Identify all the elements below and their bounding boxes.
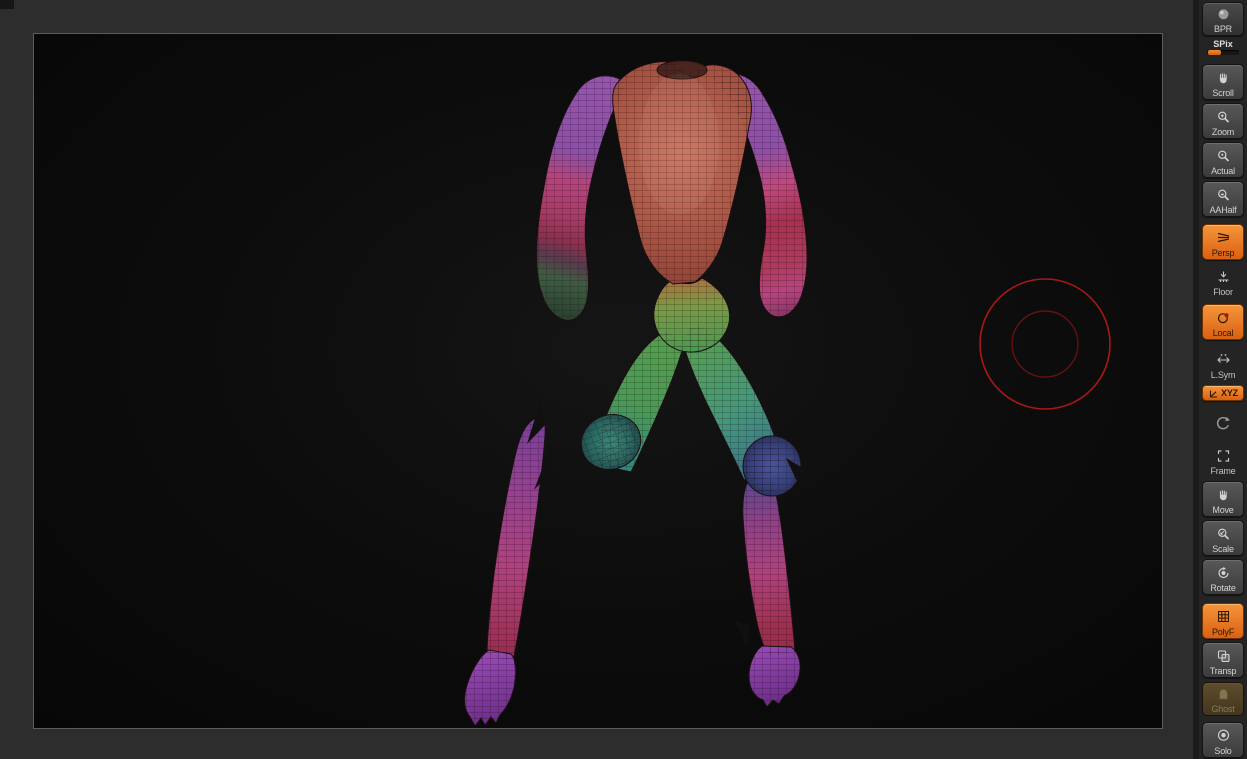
actual-size-icon — [1216, 145, 1231, 166]
polyf-button[interactable]: PolyF — [1202, 603, 1244, 639]
persp-button[interactable]: Persp — [1202, 224, 1244, 260]
ghost-icon — [1216, 685, 1231, 704]
model-mesh[interactable] — [464, 60, 808, 727]
local-button[interactable]: Local — [1202, 304, 1244, 340]
aa-half-icon — [1216, 184, 1231, 205]
bpr-label: BPR — [1214, 24, 1232, 34]
bpr-render-icon — [1216, 5, 1231, 24]
zbrush-window: BPR SPix Scroll Zoom Actual AAHalf Persp… — [0, 0, 1247, 759]
zoom-label: Zoom — [1211, 127, 1235, 137]
zoom-button[interactable]: Zoom — [1202, 103, 1244, 139]
move-button[interactable]: Move — [1202, 481, 1244, 517]
local-symmetry-icon — [1216, 349, 1231, 370]
scale-magnifier-icon — [1216, 523, 1231, 544]
spix-slider[interactable]: SPix — [1202, 39, 1244, 59]
actual-button[interactable]: Actual — [1202, 142, 1244, 178]
scroll-label: Scroll — [1212, 88, 1234, 98]
frame-icon — [1216, 445, 1231, 466]
transparency-icon — [1216, 645, 1231, 666]
right-shelf: BPR SPix Scroll Zoom Actual AAHalf Persp… — [1199, 0, 1247, 759]
solo-button[interactable]: Solo — [1202, 722, 1244, 758]
actual-label: Actual — [1211, 166, 1235, 176]
move-hand-icon — [1216, 484, 1231, 505]
polyframe-grid-icon — [1216, 606, 1231, 627]
rotate-label: Rotate — [1210, 583, 1236, 593]
solo-label: Solo — [1214, 746, 1232, 756]
xyz-axis-icon — [1208, 388, 1219, 399]
rotate-icon — [1216, 562, 1231, 583]
perspective-icon — [1216, 227, 1231, 248]
polyf-label: PolyF — [1211, 627, 1234, 637]
scroll-hand-icon — [1216, 67, 1231, 88]
rotate-button[interactable]: Rotate — [1202, 559, 1244, 595]
spix-slider-knob[interactable] — [1208, 50, 1221, 55]
corner-notch — [0, 0, 14, 9]
frame-label: Frame — [1210, 466, 1236, 476]
floor-label: Floor — [1213, 287, 1233, 297]
rotation-gizmo — [979, 278, 1111, 410]
floor-grid-icon — [1216, 266, 1231, 287]
xyz-label: XYZ — [1221, 388, 1238, 398]
model-highlight — [639, 74, 719, 214]
document-canvas[interactable] — [33, 33, 1163, 729]
rotate-axis-button[interactable] — [1202, 415, 1244, 437]
lsym-button[interactable]: L.Sym — [1202, 346, 1244, 382]
spix-slider-track[interactable] — [1207, 50, 1239, 55]
move-label: Move — [1212, 505, 1234, 515]
zoom-magnifier-icon — [1216, 106, 1231, 127]
spix-label: SPix — [1213, 39, 1233, 49]
scroll-button[interactable]: Scroll — [1202, 64, 1244, 100]
ghost-label: Ghost — [1211, 704, 1235, 714]
local-label: Local — [1212, 328, 1234, 338]
xyz-button[interactable]: XYZ — [1202, 385, 1244, 401]
ghost-button[interactable]: Ghost — [1202, 682, 1244, 716]
lsym-label: L.Sym — [1210, 370, 1236, 380]
frame-button[interactable]: Frame — [1202, 442, 1244, 478]
floor-button[interactable]: Floor — [1202, 263, 1244, 299]
persp-label: Persp — [1211, 248, 1235, 258]
aahalf-button[interactable]: AAHalf — [1202, 181, 1244, 217]
bpr-button[interactable]: BPR — [1202, 2, 1244, 36]
transp-label: Transp — [1209, 666, 1237, 676]
transp-button[interactable]: Transp — [1202, 642, 1244, 678]
viewport-render[interactable] — [34, 34, 1162, 728]
aahalf-label: AAHalf — [1209, 205, 1237, 215]
solo-icon — [1216, 725, 1231, 746]
scale-label: Scale — [1212, 544, 1234, 554]
local-pivot-icon — [1216, 307, 1231, 328]
scale-button[interactable]: Scale — [1202, 520, 1244, 556]
rotate-axis-icon — [1215, 416, 1231, 437]
